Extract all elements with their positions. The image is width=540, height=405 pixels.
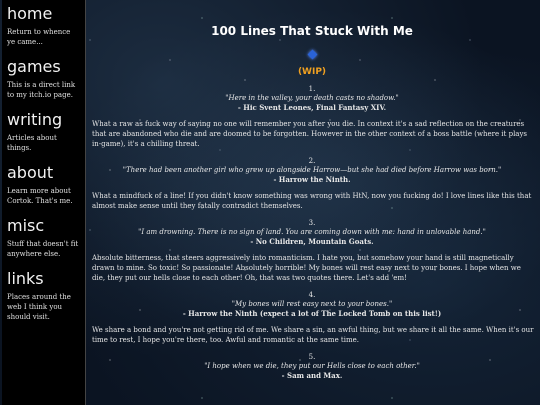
nav-desc-games: This is a direct link to my itch.io page… [7, 81, 76, 99]
entry-source: - Hic Svent Leones, Final Fantasy XIV. [237, 103, 387, 112]
nav-link-misc[interactable]: misc [7, 216, 80, 236]
sidebar-item-games: games This is a direct link to my itch.i… [7, 57, 80, 100]
wip-label: (WIP) [297, 67, 327, 77]
entry-source: - No Children, Mountain Goats. [250, 237, 374, 246]
nav-link-writing[interactable]: writing [7, 110, 80, 130]
page-title: 100 Lines That Stuck With Me [211, 24, 413, 38]
sidebar-item-about: about Learn more about Cortok. That's me… [7, 163, 80, 206]
sidebar-item-misc: misc Stuff that doesn't fit anywhere els… [7, 216, 80, 259]
nav-desc-writing: Articles about things. [7, 134, 57, 152]
entry-quote: "I am drowning. There is no sign of land… [138, 228, 486, 236]
entry-quote: "I hope when we die, they put our Hells … [204, 362, 420, 370]
quote-entry-2: 2. "There had been another girl who grew… [90, 157, 534, 211]
nav-desc-links: Places around the web I think you should… [7, 293, 71, 321]
nav-link-about[interactable]: about [7, 163, 80, 183]
entry-source: - Harrow the Ninth. [273, 175, 351, 184]
nav-desc-home: Return to whence ye came... [7, 28, 71, 46]
nav-link-games[interactable]: games [7, 57, 80, 77]
entry-number: 2. [308, 157, 316, 165]
entry-comment: What a raw as fuck way of saying no one … [92, 120, 528, 148]
entry-source: - Harrow the Ninth (expect a lot of The … [182, 309, 442, 318]
entry-quote: "Here in the valley, your death casts no… [225, 94, 399, 102]
nav-desc-misc: Stuff that doesn't fit anywhere else. [7, 240, 79, 258]
entry-source: - Sam and Max. [281, 371, 343, 380]
entry-number: 5. [308, 353, 316, 361]
sidebar-item-writing: writing Articles about things. [7, 110, 80, 153]
blue-gem-icon [307, 49, 317, 60]
main-content: 100 Lines That Stuck With Me (WIP) 1. "H… [90, 0, 534, 405]
entry-comment: Absolute bitterness, that steers aggress… [92, 254, 521, 282]
entry-number: 4. [308, 291, 316, 299]
entry-number: 1. [308, 85, 316, 93]
quote-entry-1: 1. "Here in the valley, your death casts… [90, 85, 534, 149]
nav-link-home[interactable]: home [7, 4, 80, 24]
quote-entry-5: 5. "I hope when we die, they put our Hel… [90, 353, 534, 380]
sidebar-item-home: home Return to whence ye came... [7, 4, 80, 47]
entry-quote: "There had been another girl who grew up… [122, 166, 502, 174]
sidebar-item-links: links Places around the web I think you … [7, 269, 80, 322]
nav-desc-about: Learn more about Cortok. That's me. [7, 187, 73, 205]
entry-number: 3. [308, 219, 316, 227]
nav-link-links[interactable]: links [7, 269, 80, 289]
quote-entry-4: 4. "My bones will rest easy next to your… [90, 291, 534, 345]
sidebar-nav: home Return to whence ye came... games T… [2, 0, 86, 405]
entry-quote: "My bones will rest easy next to your bo… [231, 300, 393, 308]
entry-comment: We share a bond and you're not getting r… [92, 326, 534, 344]
entry-comment: What a mindfuck of a line! If you didn't… [92, 192, 532, 210]
quote-entry-3: 3. "I am drowning. There is no sign of l… [90, 219, 534, 283]
